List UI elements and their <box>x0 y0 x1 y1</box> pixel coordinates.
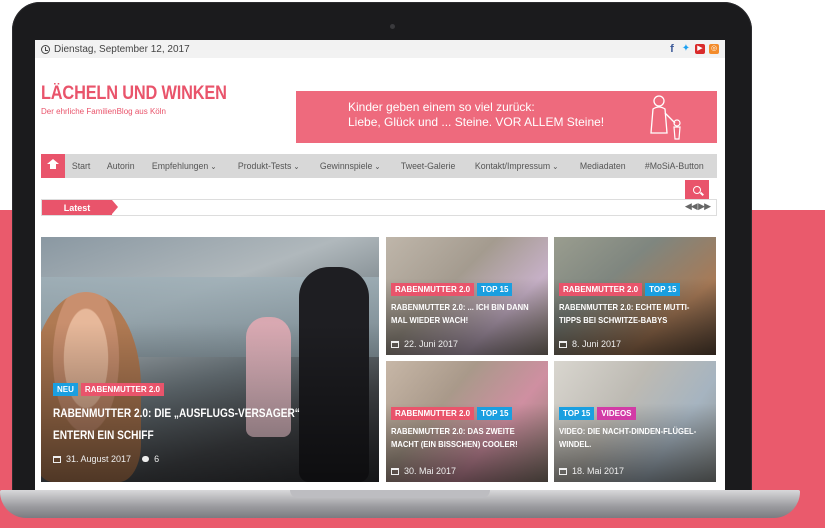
post-overlay <box>554 361 716 482</box>
featured-post[interactable]: NEU RABENMUTTER 2.0 RABENMUTTER 2.0: DIE… <box>41 237 379 482</box>
post-title[interactable]: RABENMUTTER 2.0: ECHTE MUTTI- TIPPS BEI … <box>559 301 689 327</box>
calendar-icon <box>391 340 399 348</box>
search-icon <box>693 186 701 194</box>
post-overlay <box>386 237 548 355</box>
title-line: MACHT (EIN BISSCHEN) COOLER! <box>391 439 518 449</box>
twitter-icon[interactable]: ✦ <box>681 44 691 54</box>
post-tags: TOP 15 VIDEOS <box>559 407 636 420</box>
tag-rabenmutter[interactable]: RABENMUTTER 2.0 <box>80 383 165 396</box>
title-line: VIDEO: DIE NACHT-DINDEN-FLÜGEL- <box>559 426 697 436</box>
nav-item-mediadaten[interactable]: Mediadaten <box>573 161 632 172</box>
latest-ticker: Latest ◀◀ ▶▶ <box>41 199 717 216</box>
calendar-icon <box>559 467 567 475</box>
post-meta: 8. Juni 2017 <box>559 339 621 349</box>
post-date: 8. Juni 2017 <box>572 339 622 349</box>
comment-count[interactable]: 6 <box>154 454 159 464</box>
nav-item-kontakt[interactable]: Kontakt/Impressum <box>468 161 565 172</box>
search-button[interactable] <box>685 180 709 200</box>
site-title[interactable]: LÄCHELN UND WINKEN <box>41 83 227 105</box>
main-navigation: Start Autorin Empfehlungen Produkt-Tests… <box>41 154 717 178</box>
family-illustration-icon <box>650 95 681 140</box>
tag-top15[interactable]: TOP 15 <box>477 283 513 296</box>
header-banner[interactable]: Kinder geben einem so viel zurück: Liebe… <box>296 91 717 143</box>
current-date: Dienstag, September 12, 2017 <box>54 43 190 55</box>
featured-post-title[interactable]: RABENMUTTER 2.0: DIE „AUSFLUGS-VERSAGER“… <box>53 403 300 447</box>
nav-item-start[interactable]: Start <box>65 161 97 172</box>
post-meta: 31. August 2017 6 <box>53 454 159 464</box>
title-line: RABENMUTTER 2.0: ECHTE MUTTI- <box>559 302 690 312</box>
post-title[interactable]: RABENMUTTER 2.0: DAS ZWEITE MACHT (EIN B… <box>391 425 518 451</box>
nav-item-produkt-tests[interactable]: Produkt-Tests <box>231 161 306 172</box>
title-line: WINDEL. <box>559 439 592 449</box>
post-card[interactable]: RABENMUTTER 2.0 TOP 15 RABENMUTTER 2.0: … <box>554 237 716 355</box>
browser-screen: Dienstag, September 12, 2017 f ✦ ▶ ◎ LÄC… <box>35 40 725 490</box>
social-links: f ✦ ▶ ◎ <box>667 44 719 55</box>
home-button[interactable] <box>41 154 66 178</box>
title-line: TIPPS BEI SCHWITZE-BABYS <box>559 315 668 325</box>
ticker-label: Latest <box>42 200 118 215</box>
tag-top15[interactable]: TOP 15 <box>559 407 595 420</box>
webcam <box>390 24 395 29</box>
nav-item-tweet-galerie[interactable]: Tweet-Galerie <box>394 161 462 172</box>
facebook-icon[interactable]: f <box>667 44 677 55</box>
post-date: 30. Mai 2017 <box>404 466 457 476</box>
post-card[interactable]: TOP 15 VIDEOS VIDEO: DIE NACHT-DINDEN-FL… <box>554 361 716 482</box>
post-date: 31. August 2017 <box>66 454 132 464</box>
post-title[interactable]: VIDEO: DIE NACHT-DINDEN-FLÜGEL- WINDEL. <box>559 425 696 451</box>
tag-rabenmutter[interactable]: RABENMUTTER 2.0 <box>391 407 475 420</box>
title-line: RABENMUTTER 2.0: DAS ZWEITE <box>391 426 515 436</box>
post-title[interactable]: RABENMUTTER 2.0: ... ICH BIN DANN MAL WI… <box>391 301 529 327</box>
post-meta: 30. Mai 2017 <box>391 466 456 476</box>
post-meta: 22. Juni 2017 <box>391 339 458 349</box>
nav-item-mosia-button[interactable]: #MoSiA-Button <box>638 161 711 172</box>
youtube-icon[interactable]: ▶ <box>695 44 705 54</box>
post-tags: RABENMUTTER 2.0 TOP 15 <box>559 283 681 296</box>
post-meta: 18. Mai 2017 <box>559 466 624 476</box>
title-line: RABENMUTTER 2.0: DIE „AUSFLUGS-VERSAGER“ <box>53 408 300 420</box>
clock-icon <box>41 44 50 54</box>
top-bar: Dienstag, September 12, 2017 f ✦ ▶ ◎ <box>35 40 725 58</box>
post-card[interactable]: RABENMUTTER 2.0 TOP 15 RABENMUTTER 2.0: … <box>386 361 548 482</box>
post-overlay <box>386 361 548 482</box>
tag-rabenmutter[interactable]: RABENMUTTER 2.0 <box>391 283 475 296</box>
tag-videos[interactable]: VIDEOS <box>597 407 636 420</box>
calendar-icon <box>391 467 399 475</box>
tag-top15[interactable]: TOP 15 <box>477 407 513 420</box>
nav-item-autorin[interactable]: Autorin <box>100 161 142 172</box>
laptop-base <box>0 490 800 518</box>
comment-icon <box>142 456 150 462</box>
date-display: Dienstag, September 12, 2017 <box>41 44 190 55</box>
instagram-icon[interactable]: ◎ <box>709 44 719 54</box>
post-date: 18. Mai 2017 <box>572 466 625 476</box>
laptop-notch <box>290 490 490 498</box>
tag-neu[interactable]: NEU <box>53 383 78 396</box>
title-line: RABENMUTTER 2.0: ... ICH BIN DANN <box>391 302 529 312</box>
nav-item-gewinnspiele[interactable]: Gewinnspiele <box>313 161 388 172</box>
post-date: 22. Juni 2017 <box>404 339 459 349</box>
post-overlay <box>554 237 716 355</box>
tag-rabenmutter[interactable]: RABENMUTTER 2.0 <box>559 283 643 296</box>
calendar-icon <box>559 340 567 348</box>
calendar-icon <box>53 455 61 463</box>
ticker-arrows[interactable]: ◀◀ ▶▶ <box>685 201 711 212</box>
home-icon <box>47 158 60 171</box>
nav-item-empfehlungen[interactable]: Empfehlungen <box>145 161 223 172</box>
post-tags: RABENMUTTER 2.0 TOP 15 <box>391 407 513 420</box>
site-tagline: Der ehrliche FamilienBlog aus Köln <box>41 107 166 116</box>
post-tags: NEU RABENMUTTER 2.0 <box>53 383 165 396</box>
post-card[interactable]: RABENMUTTER 2.0 TOP 15 RABENMUTTER 2.0: … <box>386 237 548 355</box>
title-line: MAL WIEDER WACH! <box>391 315 469 325</box>
tag-top15[interactable]: TOP 15 <box>645 283 681 296</box>
title-line: ENTERN EIN SCHIFF <box>53 430 154 442</box>
post-tags: RABENMUTTER 2.0 TOP 15 <box>391 283 513 296</box>
